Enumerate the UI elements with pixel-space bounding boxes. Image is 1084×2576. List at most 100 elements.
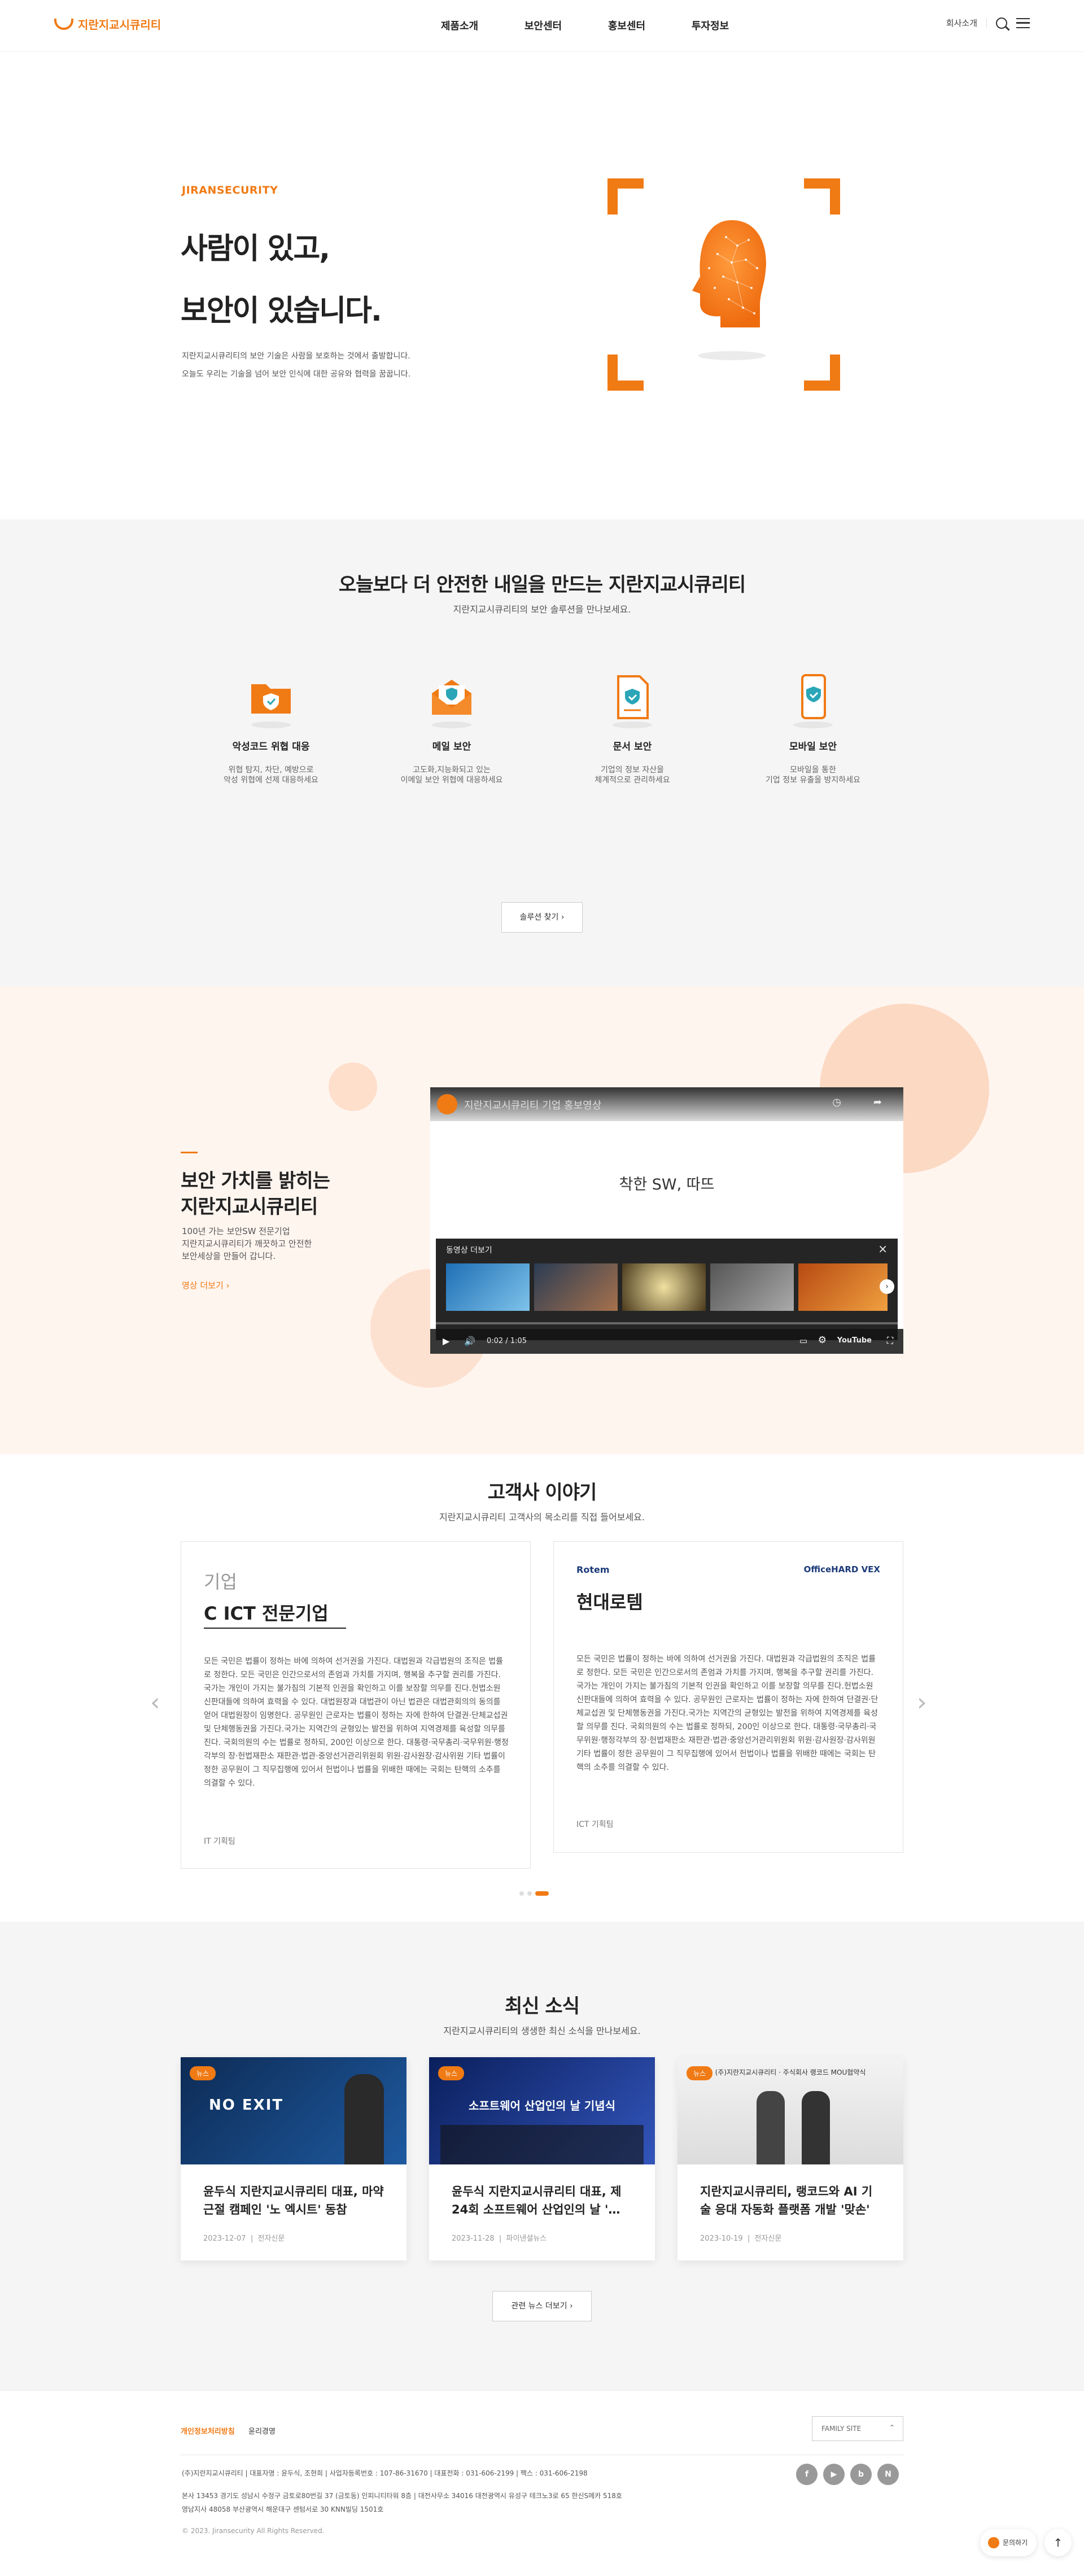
- news-card[interactable]: NO EXIT 뉴스 윤두식 지란지교시큐리티 대표, 마약 근절 캠페인 '노…: [181, 2057, 406, 2260]
- nav-item-ir[interactable]: 투자정보: [668, 18, 752, 33]
- accent-bar: [181, 1152, 198, 1153]
- story-body: 모든 국민은 법률이 정하는 바에 의하여 선거권을 가진다. 대법원과 각급법…: [204, 1657, 509, 1788]
- subtitles-icon[interactable]: ▭: [799, 1336, 807, 1346]
- company-intro-link[interactable]: 회사소개: [946, 17, 977, 29]
- chevron-right-icon[interactable]: ›: [917, 1688, 927, 1717]
- pagination-dot[interactable]: [519, 1891, 524, 1896]
- family-site-label: FAMILY SITE: [821, 2425, 862, 2433]
- scroll-top-button[interactable]: ↑: [1044, 2529, 1072, 2556]
- news-card[interactable]: 소프트웨어 산업인의 날 기념식 뉴스 윤두식 지란지교시큐리티 대표, 제24…: [429, 2057, 655, 2260]
- volume-icon[interactable]: 🔊: [464, 1336, 475, 1346]
- video-desc: 지란지교시큐리티가 깨끗하고 안전한: [182, 1239, 312, 1249]
- video-thumbnail[interactable]: [798, 1263, 888, 1311]
- nav-item-pr-center[interactable]: 홍보센터: [585, 18, 668, 33]
- share-icon[interactable]: ➦: [873, 1096, 882, 1108]
- search-icon[interactable]: [996, 17, 1007, 29]
- progress-bar[interactable]: [436, 1322, 898, 1324]
- chevron-up-icon: ⌃: [889, 2424, 895, 2431]
- folder-shield-icon: [246, 672, 296, 728]
- family-site-select[interactable]: FAMILY SITE ⌃: [812, 2416, 903, 2441]
- youtube-icon[interactable]: ▶: [823, 2464, 845, 2485]
- facebook-icon[interactable]: f: [796, 2464, 818, 2485]
- officehard-logo: OfficeHARD VEX: [803, 1564, 880, 1575]
- video-desc: 100년 가는 보안SW 전문기업: [182, 1226, 290, 1236]
- frame-corner-icon: [804, 355, 840, 391]
- mail-shield-icon: [426, 672, 477, 728]
- address-hq: 본사 13453 경기도 성남시 수정구 금토로80번길 37 (금토동) 인피…: [182, 2492, 622, 2500]
- more-news-button[interactable]: 관련 뉴스 더보기 ›: [492, 2291, 592, 2321]
- play-icon[interactable]: ▶: [443, 1336, 449, 1346]
- mobile-shield-icon: [788, 672, 838, 728]
- chevron-right-icon[interactable]: ›: [880, 1279, 894, 1294]
- pagination-dot-active[interactable]: [535, 1891, 549, 1896]
- ethics-link[interactable]: 윤리경영: [248, 2425, 276, 2436]
- hero-desc-line1: 지란지교시큐리티의 보안 기술은 사람을 보호하는 것에서 출발합니다.: [182, 352, 410, 361]
- frame-corner-icon: [804, 178, 840, 215]
- youtube-player[interactable]: 지란지교시큐리티 기업 홍보영상 ◷ ➦ 착한 SW, 따뜨 동영상 더보기 ×…: [430, 1087, 903, 1354]
- solutions-subtitle: 지란지교시큐리티의 보안 솔루션을 만나보세요.: [453, 604, 631, 615]
- solution-document[interactable]: 문서 보안 기업의 정보 자산을 체계적으로 관리하세요: [559, 672, 706, 785]
- story-body: 모든 국민은 법률이 정하는 바에 의하여 선거권을 가진다. 대법원과 각급법…: [576, 1655, 878, 1772]
- naver-post-icon[interactable]: N: [877, 2464, 899, 2485]
- youtube-logo[interactable]: YouTube: [837, 1336, 872, 1345]
- chatbot-button[interactable]: 문의하기: [980, 2529, 1037, 2556]
- site-header: 지란지교시큐리티 제품소개 보안센터 홍보센터 투자정보 회사소개: [0, 0, 1084, 52]
- news-meta: 2023-11-28 | 파이낸셜뉴스: [452, 2234, 547, 2243]
- video-thumbnail[interactable]: [446, 1263, 530, 1311]
- company-info: (주)지란지교시큐리티 | 대표자명 : 윤두식, 조현희 | 사업자등록번호 …: [182, 2469, 588, 2477]
- solution-desc: 기업의 정보 자산을: [601, 766, 664, 775]
- news-title: 윤두식 지란지교시큐리티 대표, 마약 근절 캠페인 '노 엑시트' 동참: [203, 2185, 384, 2216]
- divider: [204, 1628, 346, 1629]
- rotem-logo: Rotem: [576, 1564, 610, 1575]
- address-busan: 영남지사 48058 부산광역시 해운대구 센텀서로 30 KNN빌딩 1501…: [182, 2505, 384, 2513]
- menu-icon[interactable]: [1016, 18, 1030, 28]
- story-department: IT 기획팀: [204, 1837, 235, 1846]
- solution-name: 악성코드 위협 대응: [232, 741, 310, 753]
- news-image-caption: NO EXIT: [209, 2097, 284, 2114]
- blog-icon[interactable]: b: [850, 2464, 872, 2485]
- news-card[interactable]: (주)지란지교시큐리티 · 주식회사 랭코드 MOU협약식 뉴스 지란지교시큐리…: [678, 2057, 903, 2260]
- news-meta: 2023-10-19 | 전자신문: [700, 2234, 782, 2243]
- news-image-caption: (주)지란지교시큐리티 · 주식회사 랭코드 MOU협약식: [715, 2068, 866, 2076]
- decor-circle: [329, 1062, 377, 1111]
- copyright: © 2023. Jiransecurity All Rights Reserve…: [182, 2527, 325, 2535]
- solution-desc: 고도화,지능화되고 있는: [413, 766, 491, 775]
- solution-desc: 위협 탐지, 차단, 예방으로: [228, 766, 314, 775]
- frame-corner-icon: [607, 355, 644, 391]
- watch-later-icon[interactable]: ◷: [832, 1096, 841, 1108]
- video-thumbnail[interactable]: [622, 1263, 706, 1311]
- close-icon[interactable]: ×: [878, 1242, 888, 1256]
- hero-eyebrow: JIRANSECURITY: [182, 184, 278, 196]
- story-card[interactable]: Rotem OfficeHARD VEX 현대로템 모든 국민은 법률이 정하는…: [553, 1541, 903, 1853]
- player-title[interactable]: 지란지교시큐리티 기업 홍보영상: [464, 1097, 601, 1112]
- logo-text: 지란지교시큐리티: [78, 18, 161, 32]
- pagination-dot[interactable]: [527, 1891, 532, 1896]
- settings-icon[interactable]: ⚙: [818, 1335, 827, 1346]
- story-company: 현대로템: [576, 1591, 643, 1613]
- solution-mobile[interactable]: 모바일 보안 모바일을 통한 기업 정보 유출을 방지하세요: [740, 672, 886, 785]
- story-category: 기업: [204, 1571, 237, 1593]
- fullscreen-icon[interactable]: ⛶: [887, 1335, 893, 1346]
- story-department: ICT 기획팀: [576, 1820, 614, 1829]
- find-solution-button[interactable]: 솔루션 찾기 ›: [501, 902, 583, 933]
- privacy-policy-link[interactable]: 개인정보처리방침: [181, 2425, 235, 2436]
- video-thumbnail[interactable]: [534, 1263, 618, 1311]
- solution-desc: 모바일을 통한: [790, 766, 836, 775]
- solution-malware[interactable]: 악성코드 위협 대응 위협 탐지, 차단, 예방으로 악성 위협에 선제 대응하세…: [198, 672, 344, 785]
- news-badge: 뉴스: [438, 2066, 465, 2080]
- solution-mail[interactable]: 메일 보안 고도화,지능화되고 있는 이메일 보안 위협에 대응하세요: [378, 672, 525, 785]
- nav-item-security-center[interactable]: 보안센터: [501, 18, 585, 33]
- story-card[interactable]: 기업 C ICT 전문기업 모든 국민은 법률이 정하는 바에 의하여 선거권을…: [181, 1541, 531, 1869]
- video-thumbnail[interactable]: [710, 1263, 794, 1311]
- person-figure: [344, 2074, 384, 2164]
- video-title-line2: 지란지교시큐리티: [181, 1196, 318, 1218]
- site-logo[interactable]: 지란지교시큐리티: [54, 16, 161, 32]
- story-company: C ICT 전문기업: [204, 1603, 329, 1624]
- chevron-left-icon[interactable]: ‹: [150, 1688, 160, 1717]
- document-shield-icon: [607, 672, 658, 728]
- news-title: 지란지교시큐리티, 랭코드와 AI 기술 응대 자동화 플랫폼 개발 '맞손': [700, 2185, 873, 2216]
- video-more-link[interactable]: 영상 더보기 ›: [182, 1279, 230, 1291]
- video-title-line1: 보안 가치를 밝히는: [181, 1170, 330, 1192]
- channel-avatar[interactable]: [437, 1094, 457, 1114]
- nav-item-products[interactable]: 제품소개: [418, 18, 501, 33]
